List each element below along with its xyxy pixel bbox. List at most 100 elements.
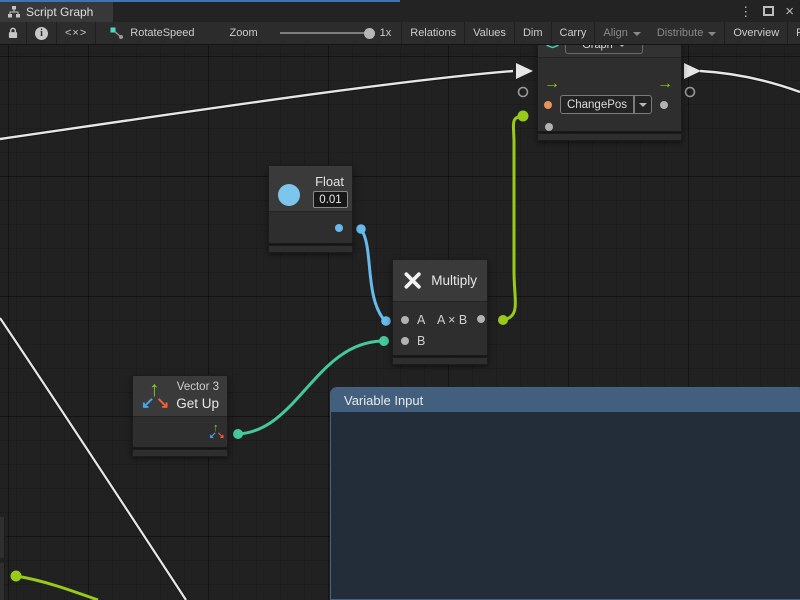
window-menu-icon[interactable]: ⋮ [739, 5, 752, 18]
multiply-output-port[interactable] [477, 315, 485, 323]
carry-button[interactable]: Carry [552, 22, 596, 44]
multiply-node-footer [392, 357, 488, 365]
code-view-button[interactable]: <×> [57, 22, 96, 44]
multiply-node-body: A A × B B [393, 302, 487, 355]
info-button[interactable]: i [27, 22, 57, 44]
wire-bulb-graph-in [518, 111, 529, 122]
graph-title-label: Graph [582, 45, 613, 51]
multiply-icon [403, 269, 422, 292]
zoom-control: Zoom 1x [205, 22, 403, 44]
control-output-port[interactable]: → [657, 76, 673, 92]
wire-vector-to-multiply[interactable] [238, 341, 383, 434]
chevron-down-icon [639, 103, 647, 107]
info-icon: i [35, 27, 48, 40]
float-node-body [269, 212, 352, 243]
graph-toolbar: i <×> RotateSpeed Zoom 1x Relations Valu… [0, 22, 800, 45]
relations-button[interactable]: Relations [402, 22, 465, 44]
tab-script-graph[interactable]: Script Graph [0, 2, 113, 22]
multiply-input-a-port[interactable] [401, 316, 409, 324]
unconnected-ring-right[interactable] [686, 88, 695, 97]
lock-button[interactable] [0, 22, 27, 44]
control-input-port[interactable]: → [544, 76, 560, 92]
zoom-label: Zoom [230, 27, 258, 39]
wire-bulb-multiply-b [379, 336, 389, 346]
align-dropdown[interactable]: Align [595, 22, 648, 44]
float-node-footer [268, 245, 353, 253]
wire-bottom-left[interactable] [16, 576, 98, 600]
float-title: Float [315, 174, 344, 189]
graph-reference-button[interactable]: RotateSpeed [96, 22, 204, 44]
changepos-dropdown[interactable]: ChangePos [560, 95, 634, 114]
value-output-port[interactable] [660, 101, 668, 109]
maximize-icon[interactable] [763, 6, 774, 16]
vector3-icon: ↑ ↙ ↘ [141, 379, 171, 413]
changepos-value: ChangePos [567, 99, 627, 111]
float-value-input[interactable] [313, 191, 348, 208]
multiply-input-b-port[interactable] [401, 337, 409, 345]
wire-bulb-multiply-a [381, 316, 391, 326]
multiply-output-label: A × B [437, 313, 467, 327]
multiply-input-b-label: B [417, 334, 425, 348]
wire-float-to-multiply[interactable] [361, 229, 385, 321]
tab-bar: Script Graph ⋮ × [0, 0, 800, 22]
wire-control-in[interactable] [0, 71, 513, 139]
multiply-node-header[interactable]: Multiply [393, 260, 487, 302]
changepos-input-port[interactable] [544, 101, 552, 109]
graph-canvas[interactable]: Variable Input [0, 45, 800, 600]
node-graph[interactable]: <> Graph → → ChangePos [537, 45, 682, 132]
node-vector[interactable]: ↑ ↙ ↘ Vector 3 Get Up ↑ ↙ ↘ [132, 375, 228, 448]
tab-title: Script Graph [26, 5, 93, 19]
window-controls: ⋮ × [739, 0, 794, 22]
wire-bulb-multiply-out [498, 315, 508, 325]
code-view-icon: <×> [65, 27, 87, 39]
full-screen-button[interactable]: Full Screen [788, 22, 800, 44]
vector-node-footer [132, 449, 228, 457]
node-multiply[interactable]: Multiply A A × B B [392, 259, 488, 356]
zoom-slider-handle[interactable] [364, 28, 375, 39]
node-graph-icon [110, 27, 124, 40]
graph-chevrons-icon: <> [546, 45, 558, 52]
dim-button[interactable]: Dim [515, 22, 552, 44]
multiply-title: Multiply [431, 273, 477, 288]
wire-bulb-bottom-left [11, 571, 22, 582]
vector-output-port[interactable]: ↑ ↙ ↘ [209, 423, 225, 440]
script-graph-window: Script Graph ⋮ × i <×> RotateS [0, 0, 800, 600]
vector-node-body: ↑ ↙ ↘ [133, 417, 227, 447]
lock-icon [8, 27, 18, 39]
vector-node-header[interactable]: ↑ ↙ ↘ Vector 3 Get Up [133, 376, 227, 417]
values-button[interactable]: Values [465, 22, 515, 44]
chevron-down-icon [618, 45, 626, 47]
graph-hierarchy-icon [8, 6, 20, 18]
graph-title-dropdown[interactable]: Graph [565, 45, 643, 54]
node-float[interactable]: Float [268, 165, 353, 244]
chevron-down-icon [708, 32, 716, 36]
float-output-port[interactable] [335, 224, 343, 232]
float-type-icon [278, 184, 300, 206]
zoom-slider[interactable] [280, 32, 373, 34]
distribute-dropdown[interactable]: Distribute [649, 22, 725, 44]
value-input-port-2[interactable] [545, 123, 553, 131]
multiply-input-a-label: A [417, 313, 425, 327]
zoom-value: 1x [380, 27, 392, 39]
graph-node-header[interactable]: <> Graph [538, 45, 681, 58]
partial-node-left[interactable] [0, 517, 5, 558]
graph-name-label: RotateSpeed [130, 27, 194, 39]
close-icon[interactable]: × [785, 4, 794, 19]
control-in-arrowhead [516, 63, 533, 79]
unconnected-ring-left[interactable] [519, 88, 528, 97]
wire-diagonal[interactable] [0, 318, 186, 600]
chevron-down-icon [633, 32, 641, 36]
graph-node-footer [537, 133, 682, 141]
wire-bulb-vector-out [233, 429, 243, 439]
wire-multiply-to-graph[interactable] [503, 116, 523, 320]
changepos-dropdown-button[interactable] [634, 95, 652, 114]
graph-node-body: → → ChangePos [538, 58, 681, 131]
partial-node-left-footer [0, 563, 5, 600]
overview-button[interactable]: Overview [725, 22, 788, 44]
control-out-arrowhead [684, 63, 701, 79]
wire-bulb-float-out [356, 224, 366, 234]
wire-control-out-outline [700, 71, 800, 92]
vector-title: Get Up [176, 396, 219, 411]
float-node-header[interactable]: Float [269, 166, 352, 212]
vector-type-label: Vector 3 [177, 381, 219, 393]
